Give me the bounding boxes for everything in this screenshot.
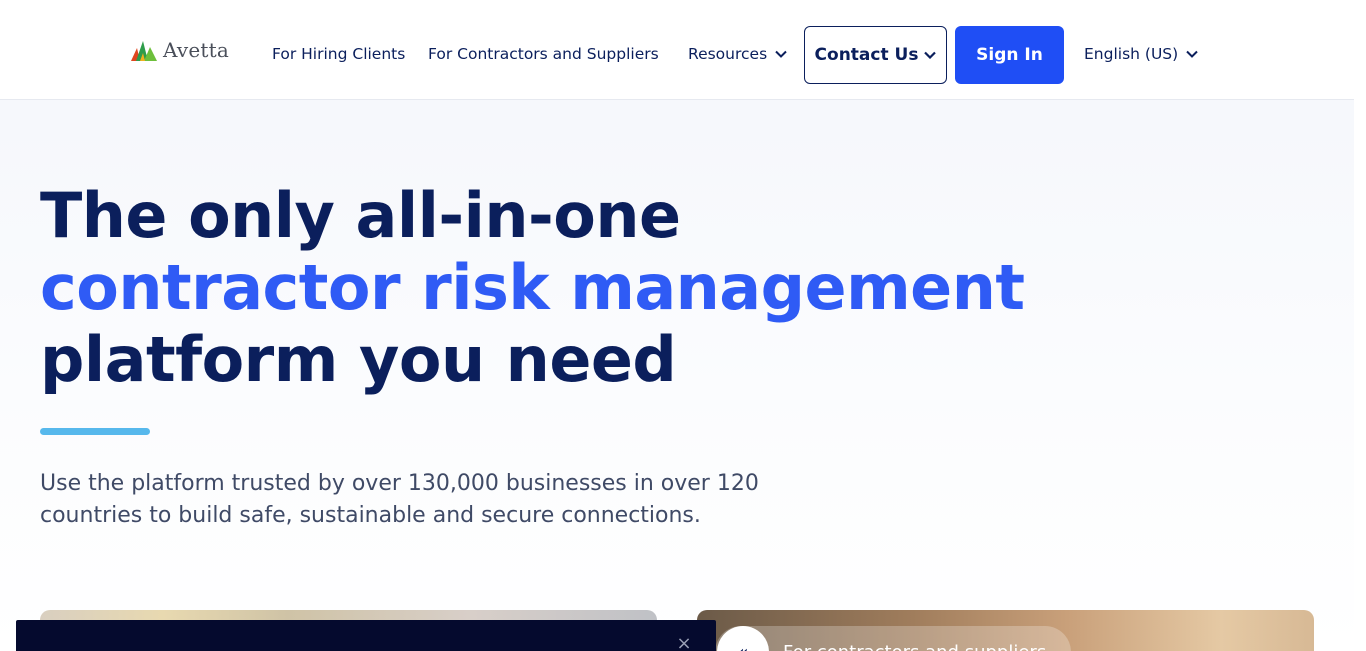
hero-title-line-3: platform you need — [40, 323, 677, 396]
language-selector[interactable]: English (US) — [1084, 44, 1198, 64]
notification-banner — [16, 620, 716, 651]
contractors-card-pill[interactable]: « For contractors and suppliers — [715, 626, 1071, 651]
logo-wordmark: Avetta — [163, 38, 229, 62]
nav-hiring-clients[interactable]: For Hiring Clients — [272, 44, 405, 64]
page: Avetta For Hiring Clients For Contractor… — [0, 0, 1354, 651]
nav-hiring-clients-label: For Hiring Clients — [272, 45, 406, 63]
chevron-down-icon — [1186, 50, 1198, 58]
close-icon[interactable]: × — [674, 634, 694, 651]
double-arrow-icon: « — [717, 626, 769, 651]
nav-contractors-suppliers[interactable]: For Contractors and Suppliers — [428, 44, 659, 64]
contact-us-button[interactable]: Contact Us — [804, 26, 947, 84]
nav-contractors-label: For Contractors and Suppliers — [428, 45, 659, 63]
hero-underline-divider — [40, 428, 150, 435]
hero-title-line-2: contractor risk management — [40, 251, 1025, 324]
hero-subtitle: Use the platform trusted by over 130,000… — [40, 471, 759, 528]
sign-in-label: Sign In — [976, 45, 1043, 65]
site-header: Avetta For Hiring Clients For Contractor… — [0, 0, 1354, 100]
contact-us-label: Contact Us — [814, 45, 919, 65]
avetta-logo[interactable]: Avetta — [131, 36, 229, 64]
sign-in-button[interactable]: Sign In — [955, 26, 1064, 84]
avetta-mountain-icon — [131, 41, 157, 61]
chevron-down-icon — [775, 50, 787, 58]
hero-title: The only all-in-one contractor risk mana… — [40, 180, 1040, 396]
scrollbar[interactable] — [1354, 0, 1366, 651]
chevron-down-icon — [924, 51, 937, 59]
contractors-card-label: For contractors and suppliers — [783, 642, 1046, 651]
nav-resources-label: Resources — [688, 45, 768, 63]
contractors-suppliers-card[interactable]: « For contractors and suppliers — [697, 610, 1314, 651]
hero-title-line-1: The only all-in-one — [40, 179, 681, 252]
language-label: English (US) — [1084, 45, 1179, 63]
nav-resources-dropdown[interactable]: Resources — [688, 44, 787, 64]
